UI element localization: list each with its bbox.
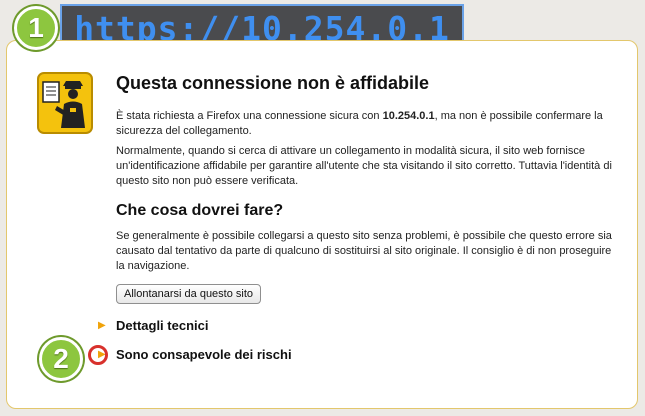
police-officer-warning-icon: [37, 72, 93, 134]
understand-risks-expander[interactable]: ▶ Sono consapevole dei rischi: [98, 347, 292, 362]
intro-text-start: È stata richiesta a Firefox una connessi…: [116, 110, 383, 122]
technical-details-expander[interactable]: ▶ Dettagli tecnici: [98, 318, 208, 333]
understand-risks-label: Sono consapevole dei rischi: [116, 347, 292, 362]
step-badge-1: 1: [14, 6, 58, 50]
what-to-do-heading: Che cosa dovrei fare?: [116, 202, 284, 219]
advice-paragraph: Se generalmente è possibile collegarsi a…: [116, 230, 612, 272]
triangle-right-icon: ▶: [98, 320, 106, 331]
host-name: 10.254.0.1: [382, 110, 435, 122]
step-badge-2: 2: [39, 337, 83, 381]
technical-details-label: Dettagli tecnici: [116, 318, 209, 333]
page-title: Questa connessione non è affidabile: [116, 73, 430, 93]
triangle-right-icon: ▶: [98, 349, 106, 360]
intro-paragraph: È stata richiesta a Firefox una connessi…: [116, 109, 616, 139]
leave-site-button[interactable]: Allontanarsi da questo sito: [116, 284, 262, 304]
explanation-paragraph: Normalmente, quando si cerca di attivare…: [116, 145, 612, 187]
